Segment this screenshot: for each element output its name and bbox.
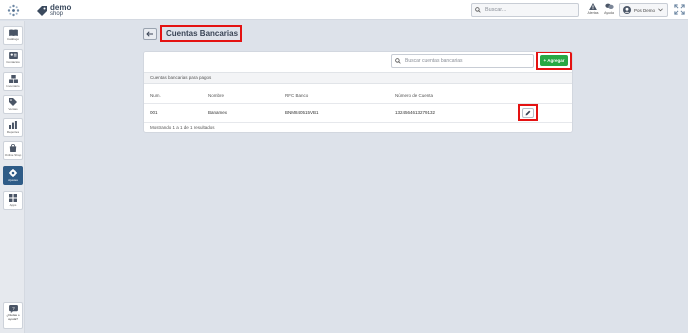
sidebar-item-label: Reportes (6, 130, 20, 134)
avatar-icon (623, 6, 631, 14)
boxes-icon (8, 75, 18, 83)
global-search-input[interactable]: Buscar... (471, 3, 579, 17)
search-icon (475, 7, 481, 13)
table-cell-numero-cuenta: 1324564613279132 (395, 110, 436, 115)
grid-icon (9, 194, 17, 202)
search-icon (395, 58, 401, 64)
contacts-icon (8, 52, 18, 59)
sidebar-item-label: Ajustes (8, 178, 18, 182)
edit-button-highlight (518, 104, 538, 121)
pagination-summary: Mostrando 1 a 1 de 1 resultados (150, 125, 215, 130)
alerts-label: Alertas (587, 11, 599, 15)
brand-logo[interactable]: demo shop (36, 2, 71, 19)
back-button[interactable] (143, 28, 157, 40)
sidebar-item-label: Ventas (8, 107, 18, 111)
alerts-button[interactable]: Alertas (585, 3, 601, 15)
card-subheader: Cuentas bancarias para pagos (144, 72, 572, 84)
column-header-nombre: Nombre (208, 93, 225, 98)
sidebar-item-label: Catálogo (6, 37, 19, 41)
help-widget-line2: ayuda? (8, 317, 18, 321)
table-cell-num: 001 (150, 110, 158, 115)
help-label: Ayuda (604, 11, 614, 15)
sidebar-item-contactos[interactable]: Contactos (3, 49, 23, 68)
sidebar-item-label: Inventario (6, 84, 20, 88)
tag-icon (9, 98, 17, 106)
sidebar-item-label: Online Shop (4, 153, 22, 157)
bar-chart-icon (9, 121, 17, 129)
column-header-numero-cuenta: Número de Cuenta (395, 93, 434, 98)
logo-text-primary: demo (50, 3, 72, 12)
book-icon (8, 29, 18, 36)
fullscreen-icon[interactable] (674, 4, 685, 15)
add-button[interactable]: + Agregar (540, 55, 568, 66)
sidebar-item-ventas[interactable]: Ventas (3, 95, 23, 114)
page-title-highlight: Cuentas Bancarias (160, 25, 242, 42)
table-cell-rfc: BNM840515VB1 (285, 110, 319, 115)
bank-accounts-card: Buscar cuentas bancarias + Agregar Cuent… (143, 51, 573, 133)
sidebar-item-reportes[interactable]: Reportes (3, 118, 23, 137)
sidebar-item-label: Contactos (6, 60, 20, 64)
apps-menu-icon[interactable] (7, 4, 20, 17)
sidebar-item-ajustes[interactable]: Ajustes (3, 166, 23, 185)
sidebar: Catálogo Contactos Inventario Ventas Rep… (0, 21, 25, 333)
column-header-rfc: RFC Banco (285, 93, 309, 98)
gear-icon (9, 169, 17, 177)
top-bar: demo shop Buscar... Alertas Ayuda Pos De… (0, 0, 688, 20)
sidebar-item-label: Apps (9, 203, 17, 207)
sidebar-item-inventario[interactable]: Inventario (3, 72, 23, 91)
edit-button[interactable] (522, 107, 534, 118)
sidebar-item-catalogo[interactable]: Catálogo (3, 26, 23, 45)
help-button[interactable]: Ayuda (601, 3, 617, 15)
bank-accounts-search-input[interactable]: Buscar cuentas bancarias (391, 54, 534, 68)
pencil-icon (525, 110, 531, 115)
sidebar-item-online-shop[interactable]: Online Shop (3, 141, 23, 160)
table-cell-nombre: Banamex (208, 110, 228, 115)
user-name: Pos Demo (634, 7, 656, 13)
subheader-text: Cuentas bancarias para pagos (150, 75, 212, 80)
column-header-num: Num. (150, 93, 161, 98)
chat-help-icon: ? (8, 305, 18, 313)
warning-icon (589, 3, 597, 10)
arrow-left-icon (146, 31, 153, 37)
shop-icon (9, 144, 17, 152)
logo-tag-icon (37, 5, 47, 16)
help-widget-button[interactable]: ? ¿Dudas o ayuda? (3, 302, 23, 329)
page-title: Cuentas Bancarias (166, 29, 239, 38)
add-button-highlight: + Agregar (536, 52, 572, 70)
user-menu[interactable]: Pos Demo (619, 3, 668, 17)
chevron-down-icon (658, 8, 663, 12)
sidebar-item-apps[interactable]: Apps (3, 191, 23, 210)
global-search-placeholder: Buscar... (485, 7, 507, 13)
bank-accounts-search-placeholder: Buscar cuentas bancarias (405, 58, 463, 64)
chat-bubbles-icon (604, 3, 614, 9)
